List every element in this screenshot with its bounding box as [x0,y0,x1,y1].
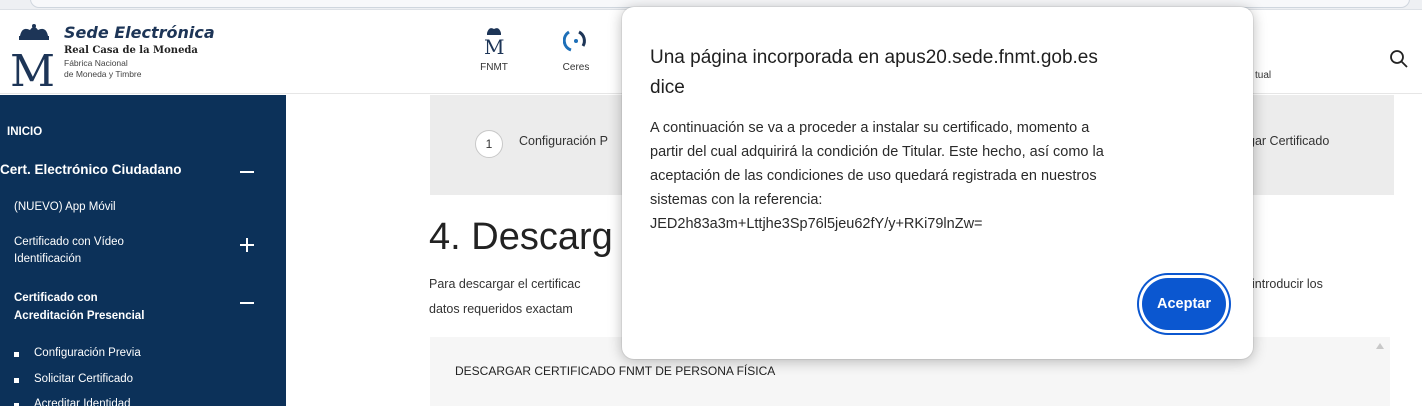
sidebar-item-video-identificacion[interactable]: Certificado con Vídeo [14,236,124,248]
dialog-title: Una página incorporada en apus20.sede.fn… [650,43,1220,103]
page: M Sede Electrónica Real Casa de la Moned… [0,0,1422,406]
nav-item-fnmt[interactable]: M FNMT [469,26,519,73]
svg-text:M: M [10,46,55,88]
dialog-message-line: partir del cual adquirirá la condición d… [650,144,1104,160]
sidebar-item-acreditar-identidad[interactable]: Acreditar Identidad [34,398,131,406]
dialog-title-line2: dice [650,77,685,98]
brand-subtitle-line3: de Moneda y Timbre [64,69,142,79]
search-icon[interactable] [1388,48,1410,70]
crown-m-icon: M [469,26,519,56]
svg-text:M: M [484,35,504,56]
expand-icon[interactable] [240,238,254,252]
collapse-icon[interactable] [240,165,254,179]
fnmt-logo[interactable]: M [8,24,68,97]
accept-button[interactable]: Aceptar [1142,278,1226,330]
sidebar-item-app-movil[interactable]: (NUEVO) App Móvil [14,201,116,213]
intro-paragraph: Para descargar el certificac [429,277,581,291]
dialog-reference: JED2h83a3m+Lttjhe3Sp76l5jeu62fY/y+RKi79l… [650,216,983,232]
scroll-up-icon[interactable] [1376,343,1384,349]
sidebar-item-configuracion-previa[interactable]: Configuración Previa [34,347,141,359]
brand-subtitle-line2: Fábrica Nacional [64,58,128,68]
intro-paragraph-line2: datos requeridos exactam [429,302,573,316]
brand-title: Sede Electrónica [64,23,215,42]
alert-dialog: Una página incorporada en apus20.sede.fn… [622,7,1253,359]
sidebar-item-solicitar-certificado[interactable]: Solicitar Certificado [34,373,133,385]
collapse-icon[interactable] [240,296,254,310]
bullet-icon [14,378,19,383]
ceres-icon [551,26,601,56]
dialog-message-line: aceptación de las condiciones de uso que… [650,168,1097,184]
nav-label: FNMT [480,62,508,73]
brand-subtitle: Real Casa de la Moneda [64,45,198,56]
step-label-descargar: gar Certificado [1248,134,1330,148]
page-title: 4. Descarg [429,216,613,258]
card-title: DESCARGAR CERTIFICADO FNMT DE PERSONA FÍ… [455,364,776,378]
nav-label: Ceres [562,62,590,73]
sidebar-item-cert-ciudadano[interactable]: Cert. Electrónico Ciudadano [0,162,182,177]
sidebar: INICIO Cert. Electrónico Ciudadano (NUEV… [0,95,286,406]
sidebar-item-inicio[interactable]: INICIO [7,126,42,138]
dialog-message-line: sistemas con la referencia: [650,192,823,208]
dialog-title-line1: Una página incorporada en apus20.sede.fn… [650,47,1098,68]
step-number: 1 [475,130,503,158]
sidebar-item-video-identificacion-line2[interactable]: Identificación [14,253,81,265]
sidebar-item-acreditacion-presencial-line2[interactable]: Acreditación Presencial [14,310,144,322]
sidebar-item-acreditacion-presencial[interactable]: Certificado con [14,292,98,304]
dialog-message: A continuación se va a proceder a instal… [650,116,1240,236]
nav-item-partial[interactable]: tual [1255,70,1271,81]
intro-paragraph-end: introducir los [1252,277,1323,291]
bullet-icon [14,352,19,357]
dialog-message-line: A continuación se va a proceder a instal… [650,120,1090,136]
nav-item-ceres[interactable]: Ceres [551,26,601,73]
step-label: Configuración P [519,134,608,148]
